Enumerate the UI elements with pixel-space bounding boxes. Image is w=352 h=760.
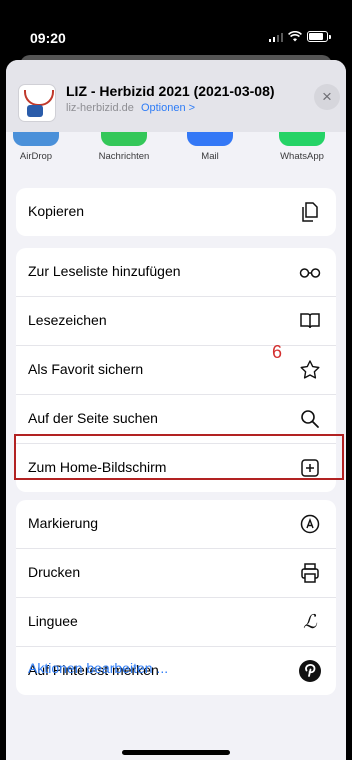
page-subline: liz-herbizid.de Optionen > bbox=[66, 102, 195, 114]
options-link[interactable]: Optionen > bbox=[141, 102, 195, 114]
action-print[interactable]: Drucken bbox=[16, 549, 336, 598]
action-label: Kopieren bbox=[28, 203, 85, 219]
wifi-icon bbox=[288, 31, 302, 42]
page-domain: liz-herbizid.de bbox=[66, 102, 134, 114]
mail-icon bbox=[187, 132, 233, 146]
add-square-icon bbox=[298, 456, 322, 480]
action-label: Lesezeichen bbox=[28, 312, 107, 328]
battery-icon bbox=[307, 31, 331, 42]
action-bookmark[interactable]: Lesezeichen bbox=[16, 297, 336, 346]
close-button[interactable]: × bbox=[314, 84, 340, 110]
action-copy[interactable]: Kopieren bbox=[16, 188, 336, 236]
glasses-icon bbox=[298, 260, 322, 284]
action-label: Linguee bbox=[28, 613, 78, 629]
app-mail[interactable]: Mail bbox=[180, 132, 240, 162]
home-indicator[interactable] bbox=[122, 750, 230, 755]
cellular-signal-icon bbox=[268, 32, 283, 42]
book-icon bbox=[298, 309, 322, 333]
action-label: Drucken bbox=[28, 564, 81, 580]
action-label: Zur Leseliste hinzufügen bbox=[28, 263, 181, 279]
action-label: Markierung bbox=[28, 515, 99, 531]
action-reading-list[interactable]: Zur Leseliste hinzufügen bbox=[16, 248, 336, 297]
copy-icon bbox=[298, 200, 322, 224]
markup-pen-icon bbox=[298, 512, 322, 536]
whatsapp-icon bbox=[279, 132, 325, 146]
edit-actions-link[interactable]: Aktionen bearbeiten ... bbox=[28, 660, 168, 676]
app-messages[interactable]: Nachrichten bbox=[94, 132, 154, 162]
app-label: Nachrichten bbox=[98, 151, 150, 162]
search-icon bbox=[298, 407, 322, 431]
action-label: Auf der Seite suchen bbox=[28, 410, 158, 426]
site-favicon-icon bbox=[18, 84, 56, 122]
app-row: AirDrop Nachrichten Mail WhatsApp bbox=[6, 132, 346, 172]
action-label: Als Favorit sichern bbox=[28, 361, 144, 377]
airdrop-icon bbox=[13, 132, 59, 146]
app-label: WhatsApp bbox=[280, 151, 324, 162]
action-add-home-screen[interactable]: Zum Home-Bildschirm bbox=[16, 444, 336, 492]
share-header: LIZ - Herbizid 2021 (2021-03-08) liz-her… bbox=[6, 60, 346, 132]
action-find-on-page[interactable]: Auf der Seite suchen bbox=[16, 395, 336, 444]
app-whatsapp[interactable]: WhatsApp bbox=[272, 132, 332, 162]
annotation-step-number: 6 bbox=[272, 342, 283, 362]
action-group-page: Zur Leseliste hinzufügen Lesezeichen Als… bbox=[16, 248, 336, 492]
printer-icon bbox=[298, 561, 322, 585]
action-linguee[interactable]: Linguee ℒ bbox=[16, 598, 336, 647]
status-time: 09:20 bbox=[30, 30, 66, 46]
star-icon bbox=[298, 358, 322, 382]
app-label: AirDrop bbox=[19, 151, 53, 162]
page-title: LIZ - Herbizid 2021 (2021-03-08) bbox=[66, 83, 275, 99]
action-group-copy: Kopieren bbox=[16, 188, 336, 236]
action-markup[interactable]: Markierung bbox=[16, 500, 336, 549]
linguee-icon: ℒ bbox=[303, 611, 317, 633]
action-favorite[interactable]: Als Favorit sichern bbox=[16, 346, 336, 395]
app-label: Mail bbox=[201, 151, 219, 162]
pinterest-icon bbox=[298, 659, 322, 683]
messages-icon bbox=[101, 132, 147, 146]
action-label: Zum Home-Bildschirm bbox=[28, 459, 167, 475]
status-indicators bbox=[268, 31, 331, 42]
app-airdrop[interactable]: AirDrop bbox=[6, 132, 66, 162]
share-sheet: LIZ - Herbizid 2021 (2021-03-08) liz-her… bbox=[6, 60, 346, 760]
